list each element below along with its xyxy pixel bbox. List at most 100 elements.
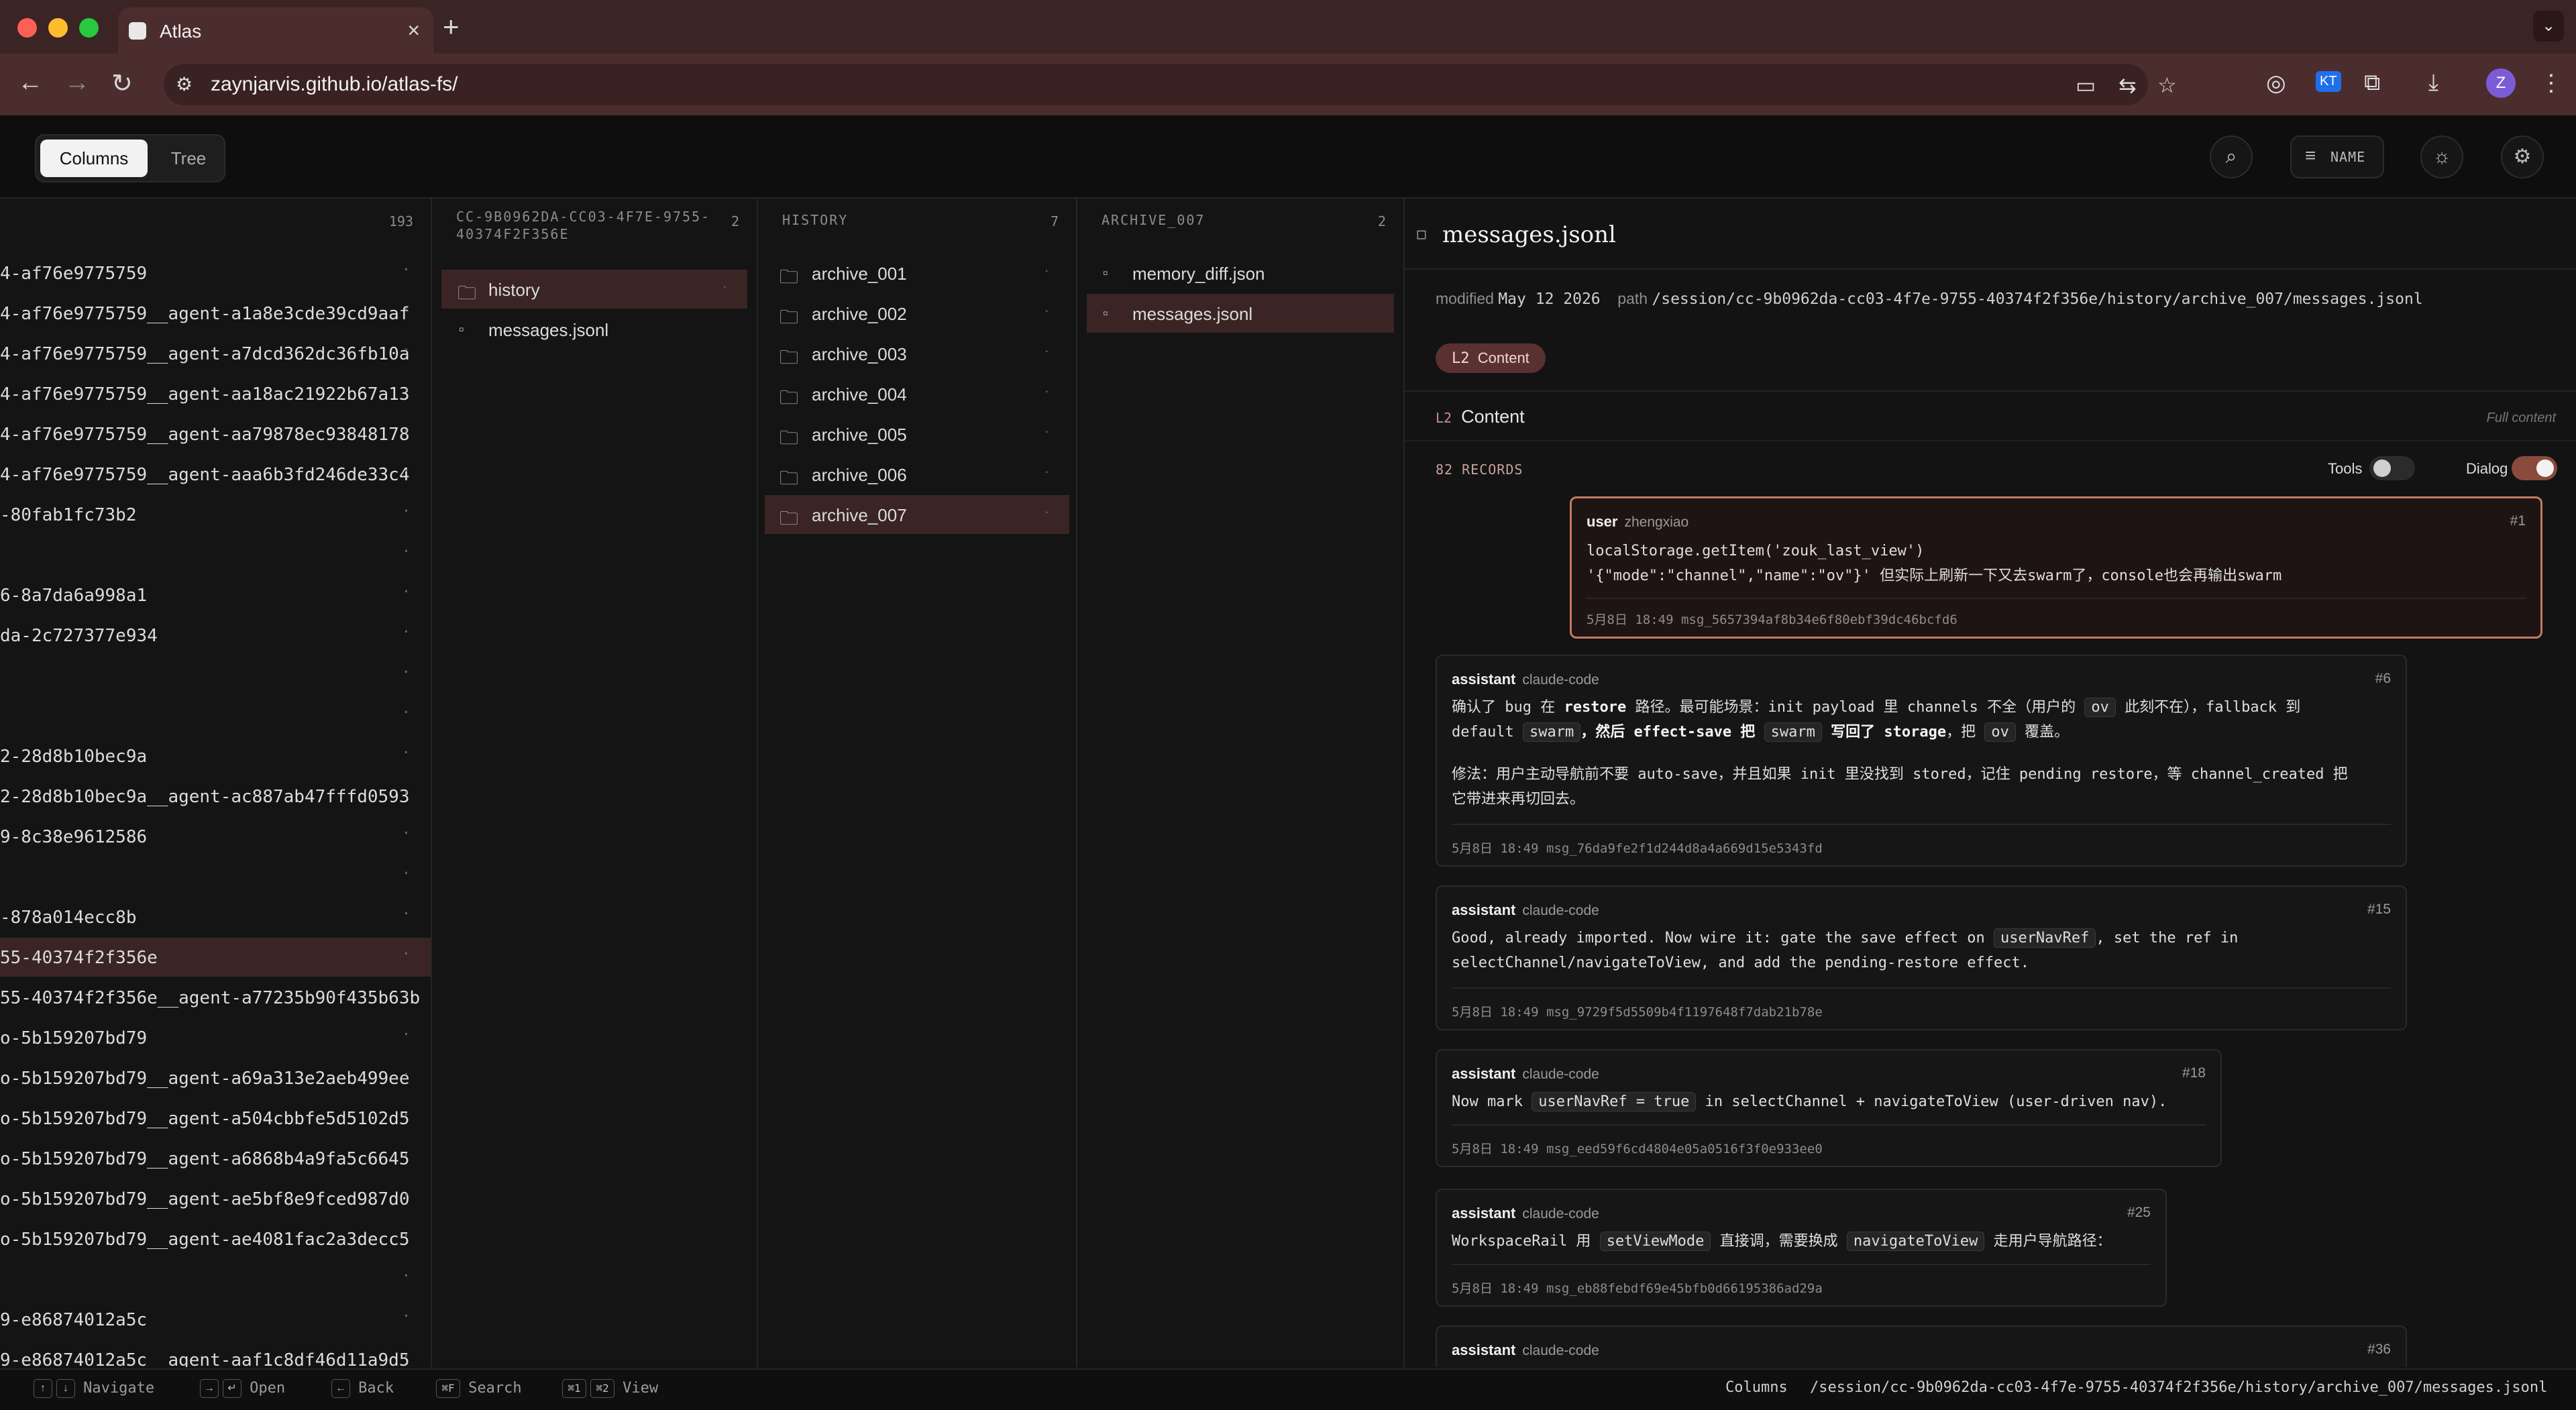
site-settings-icon[interactable]: ⚙ [176,73,199,96]
message-number: #36 [2367,1342,2391,1357]
message-role: assistant claude-code [1452,902,1599,918]
message-card-assistant[interactable]: assistant claude-code #6 确认了 bug 在 restor… [1436,655,2407,867]
session-item[interactable]: -878a014ecc8b · [0,898,431,936]
view-columns-button[interactable]: Columns [40,140,148,177]
folder-icon: 🗀 [780,347,799,368]
close-tab-icon[interactable]: × [407,18,420,43]
session-item[interactable]: da-2c727377e934 · [0,616,431,655]
session-item[interactable]: 9-e86874012a5c__agent-aaf1c8df46d11a9d5 · [0,1340,431,1367]
session-item[interactable]: o-5b159207bd79__agent-ae4081fac2a3decc5 · [0,1219,431,1258]
message-card-assistant[interactable]: assistant claude-code #25 WorkspaceRail 用… [1436,1189,2167,1307]
folder-item-archive[interactable]: 🗀 archive_006 · [765,455,1069,494]
session-item[interactable]: o-5b159207bd79 · [0,1018,431,1057]
session-item[interactable]: 55-40374f2f356e__agent-a77235b90f435b63b… [0,978,431,1017]
item-label: 6-8a7da6a998a1 [0,586,148,606]
file-icon: ▫ [1103,264,1108,281]
divider [1405,268,2576,270]
session-item[interactable]: 4-af76e9775759__agent-a7dcd362dc36fb10a · [0,334,431,373]
view1-key-icon: ⌘1 [562,1379,586,1399]
tab-search-chevron-icon[interactable]: ⌄ [2533,11,2564,42]
settings-button[interactable]: ⚙ [2501,135,2544,178]
folder-item-archive[interactable]: 🗀 archive_002 · [765,294,1069,333]
minimize-window-button[interactable] [48,18,68,38]
session-item[interactable]: o-5b159207bd79__agent-a6868b4a9fa5c6645 · [0,1139,431,1178]
item-more-icon: · [401,382,411,399]
folder-item-archive[interactable]: 🗀 archive_003 · [765,334,1069,373]
search-button[interactable]: ⌕ [2210,135,2253,178]
session-item[interactable]: -80fab1fc73b2 · [0,495,431,534]
session-item[interactable]: · [0,696,431,735]
extension-kt-icon[interactable]: KT [2316,71,2341,92]
bookmark-star-icon[interactable]: ☆ [2157,72,2177,98]
session-item[interactable]: 55-40374f2f356e · [0,938,431,977]
message-card-assistant[interactable]: assistant claude-code #36 [1436,1325,2407,1367]
file-item-messages[interactable]: ▫ messages.jsonl [441,310,747,349]
close-window-button[interactable] [17,18,37,38]
forward-arrow-icon[interactable]: → [64,68,90,97]
profile-avatar[interactable]: Z [2486,68,2516,98]
item-more-icon: · [401,584,411,600]
browser-tab[interactable]: Atlas × [118,7,433,54]
folder-item-archive[interactable]: 🗀 archive_007 · [765,495,1069,534]
item-more-icon: · [401,302,411,319]
new-tab-icon[interactable]: + [443,11,460,43]
item-more-icon: · [401,1067,411,1083]
item-more-icon: · [1044,342,1049,359]
sort-button[interactable]: ≡ NAME [2290,135,2384,178]
folder-item-archive[interactable]: 🗀 archive_004 · [765,374,1069,413]
session-item[interactable]: · [0,857,431,896]
folder-item-archive[interactable]: 🗀 archive_001 · [765,254,1069,292]
item-label: 4-af76e9775759__agent-aaa6b3fd246de33c4 [0,465,410,485]
back-arrow-icon[interactable]: ← [17,68,43,97]
theme-toggle-button[interactable]: ☼ [2420,135,2463,178]
dialog-toggle[interactable] [2512,456,2557,480]
session-item[interactable]: 9-e86874012a5c · [0,1300,431,1339]
message-card-assistant[interactable]: assistant claude-code #18 Now mark userNa… [1436,1049,2222,1167]
item-more-icon: · [401,1268,411,1285]
folder-item-archive[interactable]: 🗀 archive_005 · [765,415,1069,453]
session-item[interactable]: 4-af76e9775759__agent-aaa6b3fd246de33c4 · [0,455,431,494]
message-card-assistant[interactable]: assistant claude-code #15 Good, already i… [1436,885,2407,1030]
session-item[interactable]: 2-28d8b10bec9a__agent-ac887ab47fffd0593 · [0,777,431,816]
session-item[interactable]: o-5b159207bd79__agent-a69a313e2aeb499ee · [0,1059,431,1097]
column-header: ARCHIVE_007 2 [1077,199,1403,244]
item-label: 2-28d8b10bec9a__agent-ac887ab47fffd0593 [0,787,410,807]
item-more-icon: · [401,825,411,842]
install-app-icon[interactable]: ▭ [2076,72,2096,98]
item-label: 55-40374f2f356e__agent-a77235b90f435b63b [0,988,421,1008]
browser-menu-icon[interactable]: ⋮ [2540,70,2563,97]
extensions-puzzle-icon[interactable]: ⧉ [2364,70,2380,96]
session-item[interactable]: · [0,535,431,574]
file-item-memory-diff[interactable]: ▫ memory_diff.json [1087,254,1394,292]
session-item[interactable]: 4-af76e9775759__agent-aa18ac21922b67a13 · [0,374,431,413]
tools-toggle[interactable] [2369,456,2415,480]
item-label: 4-af76e9775759__agent-a7dcd362dc36fb10a [0,344,410,364]
session-item[interactable]: · [0,656,431,695]
session-item[interactable]: 4-af76e9775759 · [0,254,431,292]
maximize-window-button[interactable] [79,18,99,38]
session-item[interactable]: o-5b159207bd79__agent-ae5bf8e9fced987d0 · [0,1179,431,1218]
tools-toggle-label: Tools [2328,460,2363,477]
url-text[interactable]: zaynjarvis.github.io/atlas-fs/ [211,73,458,96]
item-more-icon: · [722,278,727,294]
content-level-pill[interactable]: L2 Content [1436,343,1546,373]
folder-item-history[interactable]: 🗀 history · [441,270,747,309]
file-icon: ▫ [1415,224,1428,244]
translate-icon[interactable]: ⇆ [2118,72,2137,98]
session-item[interactable]: 4-af76e9775759__agent-aa79878ec93848178 · [0,415,431,453]
session-item[interactable]: · [0,1260,431,1299]
session-item[interactable]: 4-af76e9775759__agent-a1a8e3cde39cd9aaf · [0,294,431,333]
reload-icon[interactable]: ↻ [111,68,133,99]
file-item-messages[interactable]: ▫ messages.jsonl [1087,294,1394,333]
session-item[interactable]: o-5b159207bd79__agent-a504cbbfe5d5102d5 · [0,1099,431,1138]
message-card-user[interactable]: user zhengxiao #1 localStorage.getItem('z… [1570,496,2542,639]
item-more-icon: · [401,1308,411,1325]
reading-mode-icon[interactable]: ◎ [2266,70,2286,97]
view-tree-button[interactable]: Tree [157,140,220,177]
session-item[interactable]: 2-28d8b10bec9a · [0,737,431,775]
session-item[interactable]: 6-8a7da6a998a1 · [0,576,431,614]
item-more-icon: · [1044,423,1049,439]
session-item[interactable]: 9-8c38e9612586 · [0,817,431,856]
downloads-icon[interactable]: ⤓ [2428,70,2438,96]
address-bar[interactable]: ⚙ zaynjarvis.github.io/atlas-fs/ ▭ ⇆ ☆ [164,64,2177,105]
